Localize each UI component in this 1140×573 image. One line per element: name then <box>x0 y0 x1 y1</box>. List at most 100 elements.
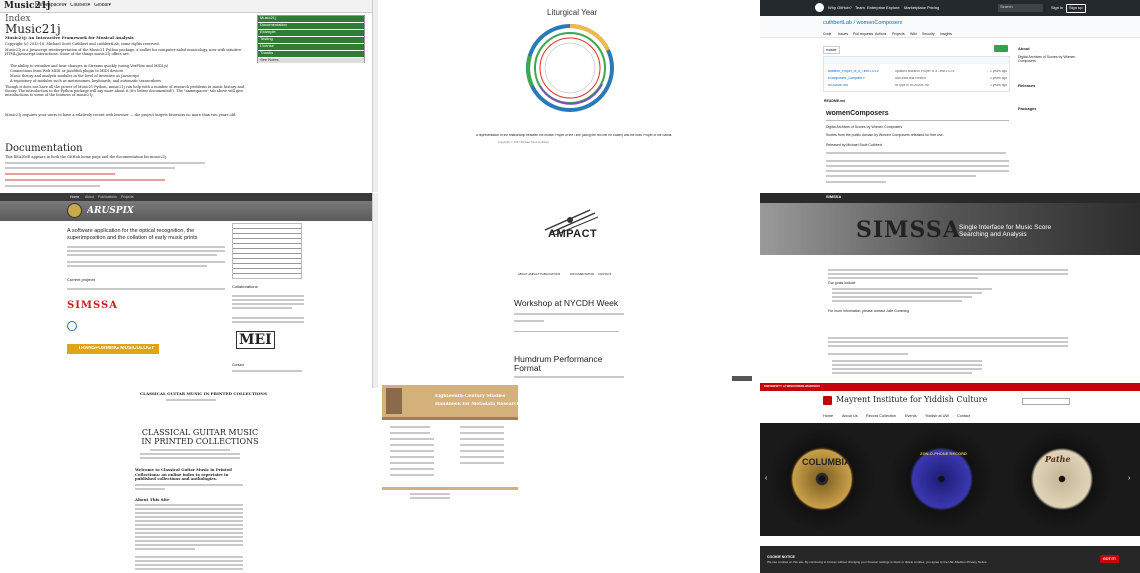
aruspix-contact: Contact <box>232 363 245 367</box>
gh-tab-security[interactable]: Security <box>922 32 935 36</box>
scrollbar[interactable] <box>372 0 378 192</box>
simssa-badge[interactable]: SIMSSA <box>67 300 118 312</box>
gh-nav-enterprise[interactable]: Enterprise <box>867 6 885 11</box>
cookie-accept-button[interactable]: GOT IT! <box>1100 555 1119 564</box>
sidebar-item-thanks[interactable]: Thanks <box>258 51 364 57</box>
mayrent-nav-yiddish[interactable]: Yiddish at UW <box>925 414 949 418</box>
guitar-welcome: Welcome to Classical Guitar Music in Pri… <box>135 468 232 482</box>
gh-tab-issues[interactable]: Issues <box>838 32 848 36</box>
sidebar-item-example[interactable]: Example <box>258 30 364 36</box>
ampact-nav-pubs[interactable]: PUBLICATIONS <box>540 273 560 276</box>
gh-tab-wiki[interactable]: Wiki <box>910 32 917 36</box>
gh-nav-team[interactable]: Team <box>855 6 865 11</box>
sidebar-item-music21j[interactable]: Music21j <box>258 16 364 22</box>
simssa-hero-subtitle: Single Interface for Music Score Searchi… <box>959 224 1052 239</box>
sidebar-item-license[interactable]: License <box>258 44 364 50</box>
sidebar-item-testing[interactable]: Testing <box>258 37 364 43</box>
record-pathe[interactable] <box>1012 429 1112 529</box>
mayrent-logo-icon <box>823 396 832 405</box>
gh-tab-insights[interactable]: Insights <box>940 32 952 36</box>
ampact-nav-docs[interactable]: DOCUMENTATION <box>570 273 594 276</box>
ampact-nav-about[interactable]: ABOUT AMPACT <box>518 273 540 276</box>
gh-readme-title: womenComposers <box>826 110 889 117</box>
gh-file-2[interactable]: Ecomposers_Complete.P <box>828 77 865 81</box>
gh-nav-why[interactable]: Why GitHub? <box>828 6 852 11</box>
gh-signin[interactable]: Sign in <box>1051 6 1063 11</box>
c18-subtitle: Handbook for Metadata Research <box>435 402 521 407</box>
gh-about-title: About <box>1018 47 1030 51</box>
gh-msg-1: updated Bsearch Proper of a Time1.CSV <box>895 70 955 73</box>
liturgical-wheel <box>526 23 614 112</box>
c18-title: Eighteenth-Century Studies <box>435 394 506 399</box>
nav-namespaces[interactable]: Namespaces▾ <box>35 3 67 9</box>
nav-classes[interactable]: Classes▾ <box>70 3 90 9</box>
sidebar-item-notes[interactable]: See Notes <box>258 58 364 63</box>
simssa-nav-logo[interactable]: SIMSSA <box>826 195 841 200</box>
guitar-header: CLASSICAL GUITAR MUSIC IN PRINTED COLLEC… <box>140 392 267 396</box>
gh-repo-name[interactable]: cuthbertLab / womenComposers <box>823 20 902 26</box>
aruspix-logo-icon <box>67 203 82 218</box>
score-image <box>232 223 302 279</box>
mayrent-nav-about[interactable]: About Us <box>842 414 858 418</box>
mayrent-search[interactable] <box>1022 398 1070 405</box>
mayrent-pane: UNIVERSITY of WISCONSIN–MADISON Mayrent … <box>760 383 1140 573</box>
gh-about-text: Digital Archives of Scores by Women Comp… <box>1018 55 1076 64</box>
ampact-logo: AMPACT <box>548 228 598 240</box>
gh-file-3[interactable]: README.md <box>828 84 848 88</box>
para-3: Music21j requires your users to have a r… <box>5 113 237 117</box>
cookie-title: COOKIE NOTICE <box>767 555 796 559</box>
aruspix-header <box>0 201 378 221</box>
mayrent-nav-home[interactable]: Home <box>823 414 833 418</box>
gh-readme-p2: Released by Michael Scott Cuthbert <box>826 143 882 147</box>
gh-nav-pricing[interactable]: Pricing <box>927 6 939 11</box>
gh-signup[interactable]: Sign up <box>1066 4 1086 13</box>
bullet-1: The ability to visualize and hear change… <box>10 64 169 68</box>
gh-releases: Releases <box>1018 84 1036 88</box>
aruspix-nav-projects[interactable]: Projects <box>121 195 134 199</box>
gh-nav-explore[interactable]: Explore <box>886 6 900 11</box>
ampact-nav-contact[interactable]: CONTACT <box>598 273 611 276</box>
gh-tab-code[interactable]: Code <box>823 32 831 36</box>
record-columbia[interactable] <box>769 429 875 529</box>
simssa-more: For more information, please contact Jul… <box>828 309 910 313</box>
bullet-3: Music theory and analysis modules in the… <box>10 74 139 78</box>
liturgical-pane: Liturgical Year A representation of the … <box>380 0 758 192</box>
nav-global[interactable]: Global▾ <box>94 3 111 9</box>
guitar-title: CLASSICAL GUITAR MUSIC IN PRINTED COLLEC… <box>141 428 259 447</box>
aruspix-nav-home[interactable]: Home <box>70 195 79 199</box>
gh-nav-marketplace[interactable]: Marketplace <box>904 6 926 11</box>
gh-readme-p1: Scores from the public domain by Women C… <box>826 133 944 137</box>
gh-msg-3: fix type in README.md <box>895 84 930 87</box>
carousel-prev[interactable]: ‹ <box>765 475 767 483</box>
carousel-next[interactable]: › <box>1128 475 1130 483</box>
mayrent-nav-records[interactable]: Record Collection <box>866 414 896 418</box>
documentation-heading: Documentation <box>5 143 83 154</box>
simssa-pane: SIMSSA SIMSSA Single Interface for Music… <box>760 193 1140 383</box>
copyright: Copyright (c) 2013-18, Michael Scott Cut… <box>5 42 160 46</box>
gh-tab-projects[interactable]: Projects <box>892 32 905 36</box>
mayrent-nav-events[interactable]: Events <box>905 414 917 418</box>
intro-text: Music21j is a Javascript reinterpretatio… <box>5 48 242 57</box>
gh-file-1[interactable]: Bsearch_Proper_of_a_Time1.CSV <box>828 70 879 74</box>
guitar-about: About This Site <box>135 498 170 502</box>
gh-branch-select[interactable]: master <box>823 46 840 55</box>
github-logo-icon[interactable] <box>815 3 824 12</box>
gh-tab-actions[interactable]: Actions <box>875 32 886 36</box>
aruspix-nav-publications[interactable]: Publications <box>98 195 117 199</box>
doc-text: This README appears in both the GitHub h… <box>5 155 168 159</box>
ampact-post-2[interactable]: Humdrum Performance Format <box>514 355 624 374</box>
gh-code-button[interactable] <box>994 45 1008 52</box>
aruspix-collab: Collaborations <box>232 285 258 289</box>
sidebar-item-documentation[interactable]: Documentation <box>258 23 364 29</box>
mayrent-nav-contact[interactable]: Contact <box>957 414 970 418</box>
gh-search[interactable]: Search <box>998 4 1043 12</box>
gh-age-1: 2 years ago <box>990 70 1008 73</box>
record-zonophone[interactable] <box>890 429 993 529</box>
ampact-post-1[interactable]: Workshop at NYCDH Week <box>514 299 618 309</box>
gh-tab-pulls[interactable]: Pull requests <box>853 32 873 36</box>
eurostar-logo <box>67 321 77 331</box>
c18-nav-bar <box>382 417 518 420</box>
uw-banner[interactable]: UNIVERSITY of WISCONSIN–MADISON <box>764 385 820 388</box>
mei-logo: MEI <box>236 331 275 350</box>
aruspix-nav-about[interactable]: About <box>85 195 94 199</box>
